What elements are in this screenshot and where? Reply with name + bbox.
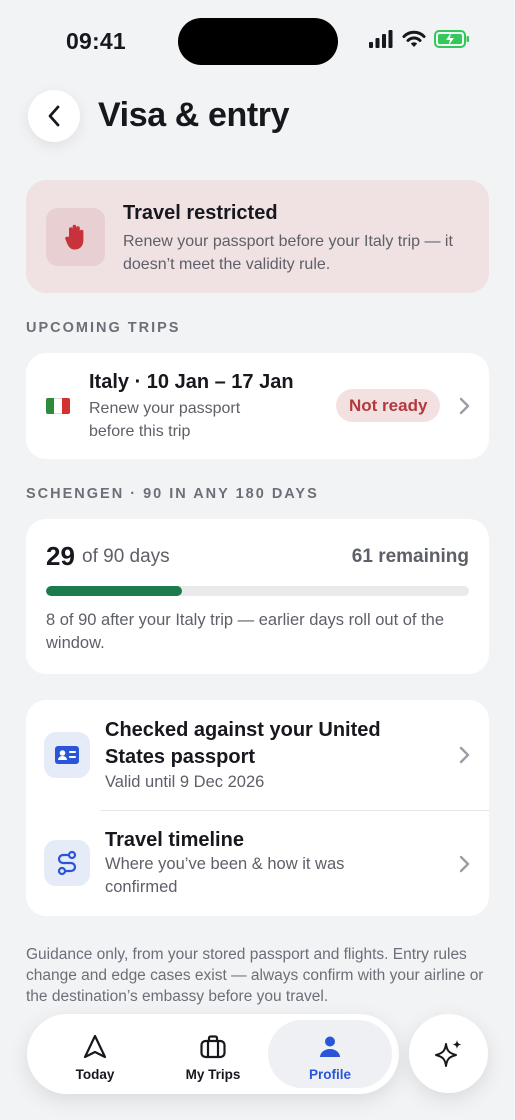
- status-bar: 09:41: [0, 0, 515, 80]
- tab-today[interactable]: Today: [33, 1020, 157, 1088]
- trip-card-italy[interactable]: Italy · 10 Jan – 17 Jan Renew your passp…: [26, 353, 489, 459]
- schengen-label: SCHENGEN · 90 IN ANY 180 DAYS: [26, 486, 319, 502]
- route-icon: [44, 840, 90, 886]
- schengen-progress-bar: [46, 586, 469, 596]
- navigation-arrow-icon: [83, 1034, 107, 1059]
- trip-title: Italy · 10 Jan – 17 Jan: [89, 371, 294, 393]
- status-badge: Not ready: [336, 389, 441, 422]
- schengen-note: 8 of 90 after your Italy trip — earlier …: [46, 611, 445, 652]
- trip-subtitle: Renew your passport before this trip: [89, 400, 241, 440]
- tab-my-trips-label: My Trips: [185, 1067, 241, 1082]
- tab-bar: Today My Trips Profile: [27, 1014, 399, 1094]
- disclaimer-text: Guidance only, from your stored passport…: [26, 946, 484, 1005]
- person-icon: [320, 1036, 340, 1057]
- days-used: 29: [46, 541, 75, 571]
- alert-body: Renew your passport before your Italy tr…: [123, 233, 453, 273]
- alert-icon-tile: [46, 208, 105, 266]
- upcoming-trips-label: UPCOMING TRIPS: [26, 320, 181, 336]
- passport-links-card: Checked against your United States passp…: [26, 700, 489, 916]
- back-button[interactable]: [28, 90, 80, 142]
- page-title: Visa & entry: [98, 96, 290, 134]
- alert-title: Travel restricted: [123, 202, 278, 224]
- ai-assistant-button[interactable]: [409, 1014, 488, 1093]
- wifi-icon: [402, 30, 426, 47]
- chevron-right-icon: [459, 855, 470, 873]
- travel-timeline-row[interactable]: Travel timeline Where you’ve been & how …: [26, 811, 489, 916]
- days-remaining: 61 remaining: [351, 546, 469, 567]
- chevron-right-icon: [459, 746, 470, 764]
- travel-timeline-title: Travel timeline: [105, 829, 244, 851]
- status-time: 09:41: [66, 28, 126, 54]
- passport-check-title: Checked against your United States passp…: [105, 719, 381, 768]
- chevron-left-icon: [48, 105, 60, 127]
- suitcase-icon: [200, 1035, 226, 1059]
- sparkle-icon: [434, 1039, 461, 1067]
- tab-profile-label: Profile: [308, 1067, 351, 1082]
- italy-flag-icon: [46, 398, 70, 414]
- id-card-icon: [44, 732, 90, 778]
- travel-timeline-subtitle: Where you’ve been & how it was confirmed: [105, 855, 345, 896]
- hand-stop-icon: [64, 224, 83, 250]
- travel-restricted-alert: Travel restricted Renew your passport be…: [26, 180, 489, 293]
- dynamic-island: [178, 18, 338, 65]
- tab-profile[interactable]: Profile: [268, 1020, 392, 1088]
- tab-my-trips[interactable]: My Trips: [151, 1020, 275, 1088]
- battery-icon: [434, 30, 469, 48]
- schengen-progress-fill: [46, 586, 183, 596]
- days-of-label: of 90 days: [82, 546, 170, 567]
- chevron-right-icon: [459, 397, 470, 415]
- schengen-card: 29 of 90 days 61 remaining 8 of 90 after…: [26, 519, 489, 674]
- passport-validity: Valid until 9 Dec 2026: [105, 773, 265, 791]
- status-icons: [368, 30, 470, 48]
- tab-today-label: Today: [75, 1067, 115, 1082]
- passport-check-row[interactable]: Checked against your United States passp…: [26, 700, 489, 810]
- signal-icon: [369, 30, 393, 48]
